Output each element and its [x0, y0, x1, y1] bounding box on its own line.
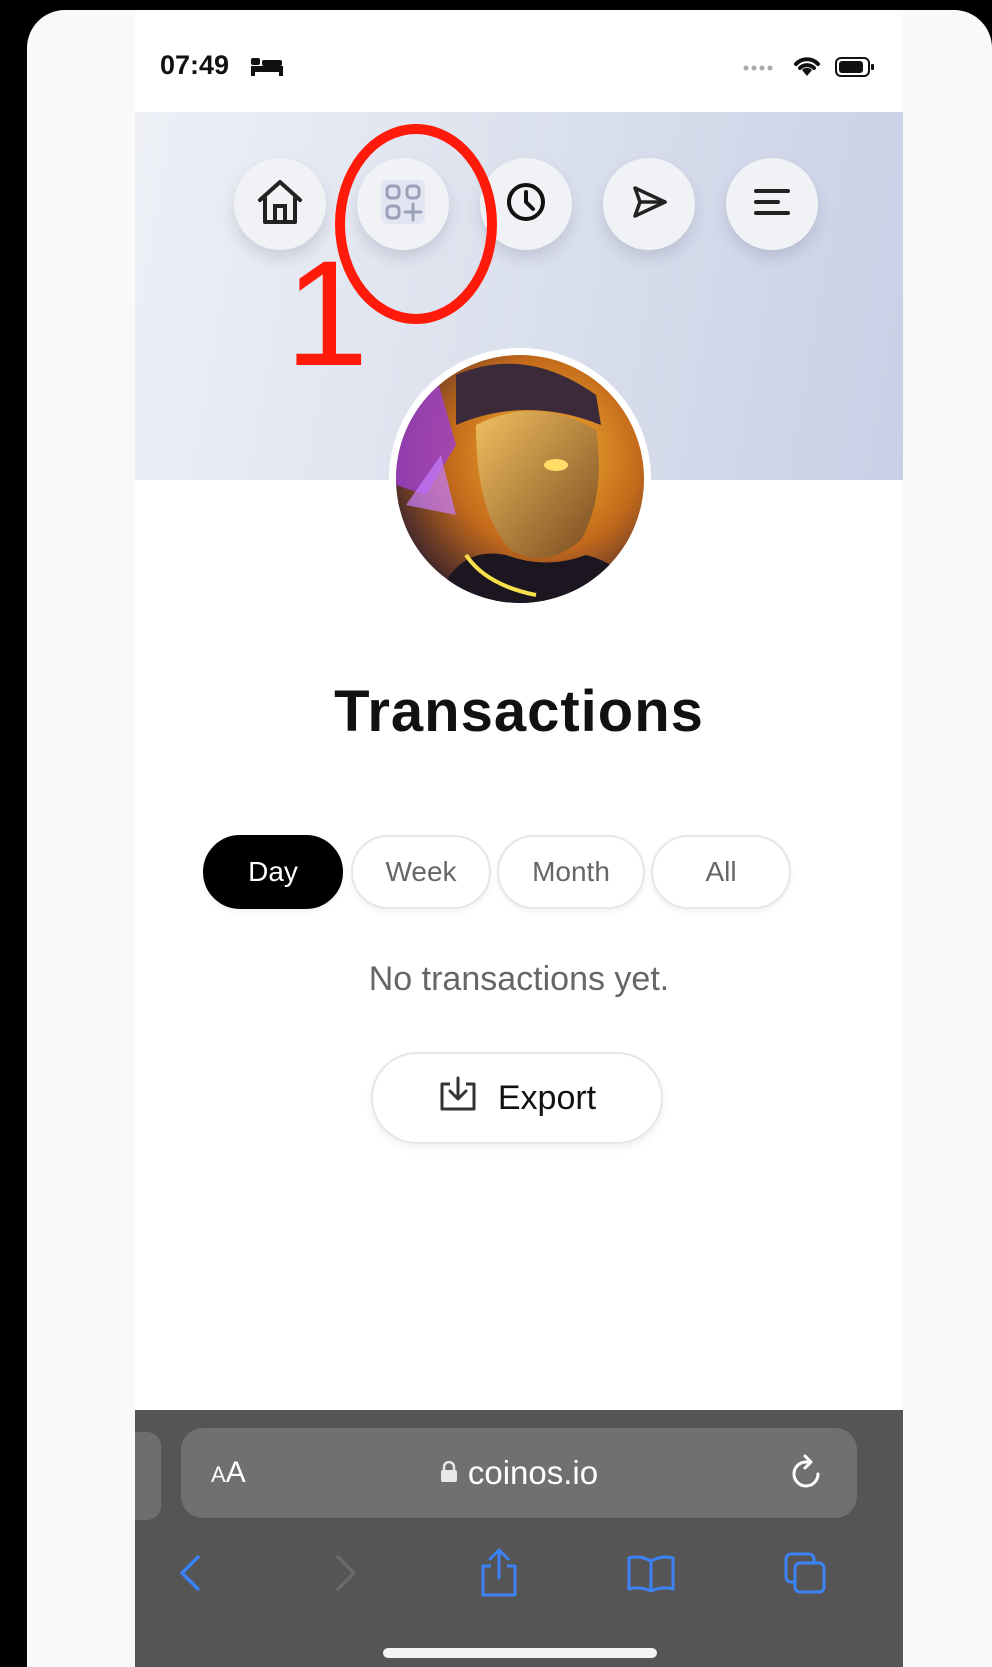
home-indicator [383, 1648, 657, 1658]
bookmarks-icon [626, 1553, 676, 1597]
address-bar[interactable]: AA coinos.io [181, 1428, 857, 1518]
bed-icon [250, 56, 284, 82]
back-icon [176, 1553, 206, 1597]
annotation-number: 1 [285, 229, 369, 397]
tab-day[interactable]: Day [203, 835, 343, 909]
send-icon [627, 180, 671, 228]
wifi-icon [792, 54, 822, 82]
send-button[interactable] [603, 158, 695, 250]
tab-month[interactable]: Month [497, 835, 645, 909]
status-bar: 07:49 [135, 10, 903, 110]
download-icon [438, 1076, 478, 1121]
empty-state-message: No transactions yet. [368, 960, 670, 998]
avatar-image [396, 355, 644, 603]
share-icon [479, 1548, 519, 1602]
tabs-icon [782, 1550, 828, 1600]
signal-dots-icon [743, 60, 779, 76]
page-title: Transactions [334, 679, 704, 744]
menu-button[interactable] [726, 158, 818, 250]
tabs-button[interactable] [775, 1545, 835, 1605]
export-button[interactable]: Export [371, 1052, 663, 1144]
menu-icon [750, 180, 794, 228]
url-text: coinos.io [467, 1454, 599, 1491]
previous-tab-preview[interactable] [135, 1432, 161, 1520]
avatar[interactable] [389, 348, 651, 610]
clock-icon [504, 180, 548, 228]
reload-icon[interactable] [789, 1454, 825, 1496]
home-icon [254, 176, 306, 232]
tab-all[interactable]: All [651, 835, 791, 909]
bookmarks-button[interactable] [621, 1545, 681, 1605]
forward-button[interactable] [315, 1545, 375, 1605]
export-label: Export [497, 1078, 597, 1117]
forward-icon [330, 1553, 360, 1597]
back-button[interactable] [161, 1545, 221, 1605]
tab-week[interactable]: Week [351, 835, 491, 909]
share-button[interactable] [469, 1545, 529, 1605]
status-time: 07:49 [160, 50, 230, 80]
browser-toolbar: AA coinos.io [135, 1410, 903, 1667]
battery-icon [835, 57, 875, 81]
lock-icon [440, 1453, 458, 1491]
url-display[interactable]: coinos.io [181, 1454, 857, 1492]
phone-screen: 07:49 1 Transactions Day Week Month All … [135, 10, 903, 1667]
